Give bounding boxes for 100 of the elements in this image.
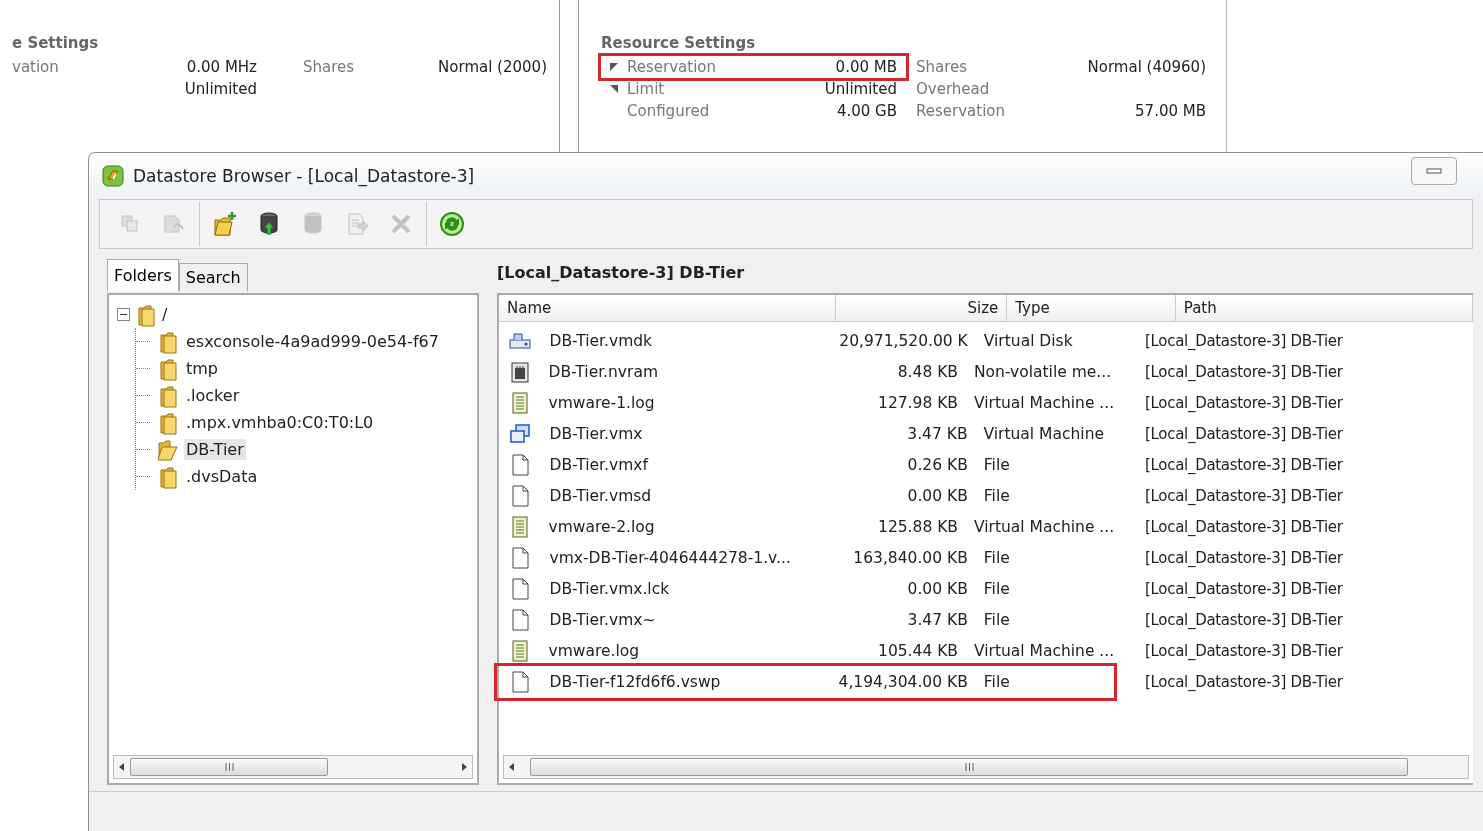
- tree-item[interactable]: DB-Tier: [184, 439, 246, 460]
- section-heading: e Settings: [12, 34, 100, 52]
- file-size: 3.47 KB: [906, 424, 969, 443]
- file-type: Non-volatile me...: [973, 362, 1112, 381]
- file-type: File: [982, 579, 1011, 598]
- file-path: [Local_Datastore-3] DB-Tier: [1144, 641, 1344, 660]
- file-path: [Local_Datastore-3] DB-Tier: [1144, 579, 1344, 598]
- tab[interactable]: Folders: [107, 259, 179, 291]
- new-folder-icon: [212, 211, 238, 237]
- file-path: [Local_Datastore-3] DB-Tier: [1144, 424, 1344, 443]
- column-header[interactable]: Path: [1175, 295, 1473, 321]
- scroll-right-icon[interactable]: [460, 762, 468, 771]
- minimize-icon: [1426, 167, 1442, 175]
- file-name[interactable]: vmware.log: [540, 641, 808, 660]
- app-logo-icon: [101, 164, 125, 188]
- virtual-machine-icon: [508, 422, 533, 445]
- file-type: Virtual Machine ...: [973, 641, 1112, 660]
- file-type: File: [982, 486, 1011, 505]
- grip-icon: [964, 763, 974, 771]
- scroll-left-icon[interactable]: [118, 762, 126, 771]
- setting-label: Reservation: [627, 58, 717, 76]
- field-label: Shares: [302, 57, 356, 78]
- file-icon: [509, 607, 532, 632]
- file-type: File: [982, 672, 1011, 691]
- file-size: 163,840.00 KB: [852, 548, 969, 567]
- setting-value: 0.00 MB: [834, 58, 897, 76]
- file-icon: [509, 545, 532, 570]
- file-path: [Local_Datastore-3] DB-Tier: [1144, 610, 1344, 629]
- file-path: [Local_Datastore-3] DB-Tier: [1144, 393, 1344, 412]
- setting-label: Reservation: [916, 102, 1006, 120]
- tree-item[interactable]: .dvsData: [184, 466, 260, 487]
- document-arrow-icon: [345, 212, 369, 236]
- file-path: [Local_Datastore-3] DB-Tier: [1144, 486, 1344, 505]
- tree-item[interactable]: esxconsole-4a9ad999-0e54-f67: [184, 331, 441, 352]
- file-path: [Local_Datastore-3] DB-Tier: [1144, 548, 1344, 567]
- file-name[interactable]: DB-Tier.vmdk: [541, 331, 815, 350]
- file-name[interactable]: DB-Tier.vmx~: [541, 610, 815, 629]
- file-icon: [509, 452, 532, 477]
- database-upload-icon: [258, 211, 280, 237]
- setting-value: Normal (40960): [1086, 58, 1206, 76]
- tab[interactable]: Search: [178, 263, 248, 291]
- file-name[interactable]: DB-Tier.nvram: [540, 362, 808, 381]
- field-value: Normal (2000): [437, 57, 547, 78]
- file-size: 0.00 KB: [906, 579, 969, 598]
- delete-icon: [389, 212, 413, 236]
- file-size: 3.47 KB: [906, 610, 969, 629]
- file-size: 127.98 KB: [877, 393, 959, 412]
- file-name[interactable]: DB-Tier.vmx: [541, 424, 815, 443]
- column-header[interactable]: Type: [1007, 295, 1176, 321]
- tree-item[interactable]: .mpx.vmhba0:C0:T0:L0: [184, 412, 376, 433]
- file-name[interactable]: vmware-1.log: [540, 393, 808, 412]
- file-size: 105.44 KB: [877, 641, 959, 660]
- setting-label: Configured: [627, 102, 711, 120]
- file-name[interactable]: DB-Tier.vmx.lck: [541, 579, 815, 598]
- column-header[interactable]: Name: [499, 295, 836, 321]
- file-size: 4,194,304.00 KB: [837, 672, 969, 691]
- file-type: Virtual Machine ...: [973, 517, 1112, 536]
- field-value: 0.00 MHz: [185, 57, 257, 78]
- file-name[interactable]: vmx-DB-Tier-4046444278-1.v...: [541, 548, 815, 567]
- file-name[interactable]: DB-Tier.vmxf: [541, 455, 815, 474]
- collapse-toggle[interactable]: [117, 308, 130, 321]
- horizontal-scrollbar[interactable]: [113, 755, 473, 779]
- file-type: File: [982, 455, 1011, 474]
- folder-path-heading: [Local_Datastore-3] DB-Tier: [497, 262, 746, 284]
- tree-item[interactable]: .locker: [184, 385, 242, 406]
- file-path: [Local_Datastore-3] DB-Tier: [1144, 362, 1344, 381]
- setting-value: 4.00 GB: [835, 102, 897, 120]
- field-label: vation: [12, 57, 60, 78]
- horizontal-scrollbar[interactable]: [503, 755, 1469, 779]
- file-size: 0.26 KB: [906, 455, 969, 474]
- file-path: [Local_Datastore-3] DB-Tier: [1144, 455, 1344, 474]
- tree-item[interactable]: tmp: [184, 358, 220, 379]
- file-name[interactable]: vmware-2.log: [540, 517, 808, 536]
- file-icon: [509, 483, 532, 508]
- file-size: 0.00 KB: [906, 486, 969, 505]
- file-name[interactable]: DB-Tier-f12fd6f6.vswp: [541, 672, 815, 691]
- file-icon: [509, 576, 532, 601]
- file-type: Virtual Machine: [982, 424, 1105, 443]
- file-type: Virtual Disk: [982, 331, 1074, 350]
- file-size: 20,971,520.00 K: [838, 331, 969, 350]
- setting-label: Shares: [916, 58, 969, 76]
- file-icon: [509, 669, 532, 694]
- column-header[interactable]: Size: [835, 295, 1008, 321]
- refresh-icon: [438, 210, 466, 238]
- file-type: Virtual Machine ...: [973, 393, 1112, 412]
- section-heading: Resource Settings: [601, 34, 757, 52]
- file-size: 125.88 KB: [877, 517, 959, 536]
- tree-item[interactable]: /: [160, 304, 170, 325]
- file-path: [Local_Datastore-3] DB-Tier: [1144, 517, 1344, 536]
- file-path: [Local_Datastore-3] DB-Tier: [1144, 331, 1344, 350]
- grip-icon: [224, 763, 234, 771]
- file-name[interactable]: DB-Tier.vmsd: [541, 486, 815, 505]
- database-icon: [302, 211, 324, 237]
- file-size: 8.48 KB: [896, 362, 959, 381]
- minimize-button[interactable]: [1411, 157, 1457, 185]
- file-type: File: [982, 548, 1011, 567]
- field-value: Unlimited: [183, 79, 257, 100]
- file-type: File: [982, 610, 1011, 629]
- setting-label: Overhead: [916, 80, 991, 98]
- scroll-left-icon[interactable]: [508, 762, 516, 771]
